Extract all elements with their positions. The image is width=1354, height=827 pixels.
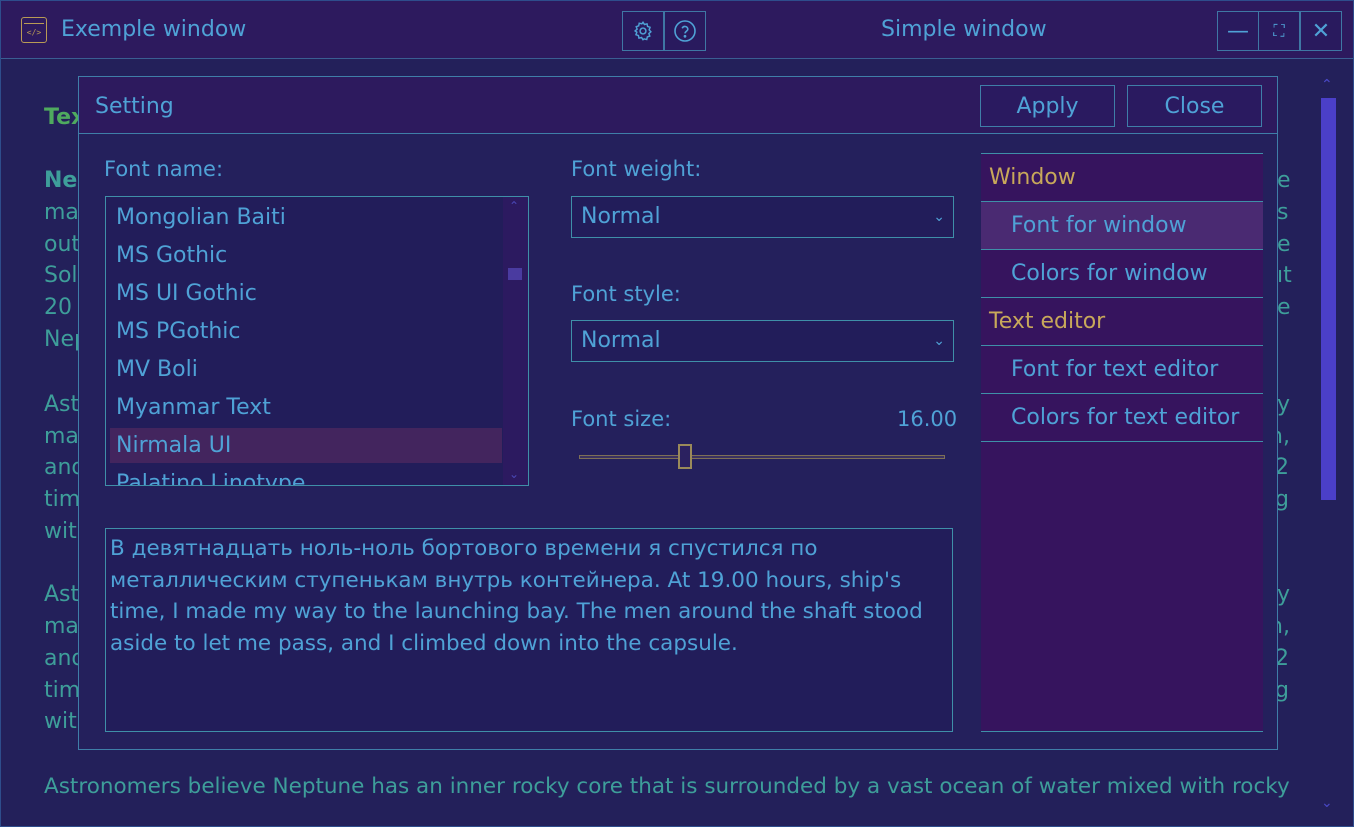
font-style-label: Font style: [571,282,681,306]
page-bottom-line: Astronomers believe Neptune has an inner… [44,774,1290,799]
page-scrollbar-thumb[interactable] [1321,98,1336,500]
main-window: </> Exemple window Simple window — ⛶ ✕ T… [0,0,1354,827]
maximize-icon: ⛶ [1273,21,1285,40]
font-style-value: Normal [581,328,661,353]
para1-right: s [1277,200,1289,225]
window-center-title: Simple window [881,17,1047,42]
app-code-icon: </> [21,17,47,43]
para1-right: e [1277,168,1291,193]
list-item[interactable]: MS Gothic [110,238,502,273]
gear-icon [633,21,652,41]
font-weight-select[interactable]: Normal ⌄ [571,196,954,238]
title-bar: </> Exemple window Simple window — ⛶ ✕ [1,1,1353,59]
maximize-button[interactable]: ⛶ [1258,11,1300,51]
font-size-label: Font size: [571,407,672,431]
para3-right: y [1277,582,1291,607]
chevron-up-icon[interactable]: ⌃ [509,199,519,213]
dialog-title: Setting [95,94,174,119]
minimize-button[interactable]: — [1217,11,1259,51]
chevron-down-icon: ⌄ [933,333,945,349]
list-item[interactable]: MV Boli [110,352,502,387]
help-button[interactable] [664,11,706,51]
scroll-down-icon[interactable]: ⌄ [1321,795,1333,811]
close-window-button[interactable]: ✕ [1300,11,1342,51]
font-list-scroll-thumb[interactable] [508,268,522,280]
nav-item-font-for-text-editor[interactable]: Font for text editor [981,346,1263,394]
chevron-down-icon[interactable]: ⌄ [509,467,519,481]
window-title: Exemple window [61,17,247,42]
para1-line: out [44,232,81,257]
font-name-label: Font name: [104,157,224,181]
para1-right: e [1277,295,1291,320]
nav-item-font-for-window[interactable]: Font for window [981,202,1263,250]
scroll-up-icon[interactable]: ⌃ [1321,77,1333,93]
nav-section-text-editor: Text editor [981,298,1263,346]
minimize-icon: — [1227,18,1249,44]
font-name-list[interactable]: Mongolian Baiti MS Gothic MS UI Gothic M… [105,196,529,486]
para3-line: tim [44,678,81,703]
para1-line: Sol [44,263,78,288]
para2-line: ma [44,424,79,449]
font-preview-text[interactable]: В девятнадцать ноль-ноль бортового време… [105,528,953,732]
dialog-header: Setting Apply Close [79,77,1277,134]
close-button[interactable]: Close [1127,85,1262,127]
para2-line: tim [44,487,81,512]
para2-right: y [1277,392,1291,417]
list-item[interactable]: MS PGothic [110,314,502,349]
para1-right: ıt [1277,263,1292,288]
chevron-down-icon: ⌄ [933,209,945,225]
font-weight-label: Font weight: [571,157,702,181]
para2-line: wit [44,519,77,544]
list-item[interactable]: Myanmar Text [110,390,502,425]
close-icon: ✕ [1311,18,1331,44]
list-item[interactable]: MS UI Gothic [110,276,502,311]
settings-button[interactable] [622,11,664,51]
settings-nav: Window Font for window Colors for window… [981,153,1263,732]
para3-line: wit [44,709,77,734]
list-item-selected[interactable]: Nirmala UI [110,428,502,463]
font-weight-value: Normal [581,204,661,229]
list-item[interactable]: Mongolian Baiti [110,200,502,235]
font-size-slider-thumb[interactable] [678,444,693,469]
para1-line: 20 [44,295,72,320]
font-style-select[interactable]: Normal ⌄ [571,320,954,362]
para3-line: ma [44,614,79,639]
nav-item-colors-for-text-editor[interactable]: Colors for text editor [981,394,1263,442]
list-item[interactable]: Palatino Linotype [110,466,502,485]
nav-item-colors-for-window[interactable]: Colors for window [981,250,1263,298]
nav-section-window: Window [981,154,1263,202]
font-size-slider[interactable] [579,455,945,459]
para2-line: Ast [44,392,80,417]
para1-line: ma [44,200,79,225]
question-icon [674,20,696,42]
settings-dialog: Setting Apply Close Font name: Mongolian… [78,76,1278,750]
para1-right: e [1277,232,1291,257]
font-size-value: 16.00 [897,407,958,431]
apply-button[interactable]: Apply [980,85,1115,127]
para3-line: Ast [44,582,80,607]
font-list-scrollbar[interactable]: ⌃ ⌄ [503,197,528,485]
